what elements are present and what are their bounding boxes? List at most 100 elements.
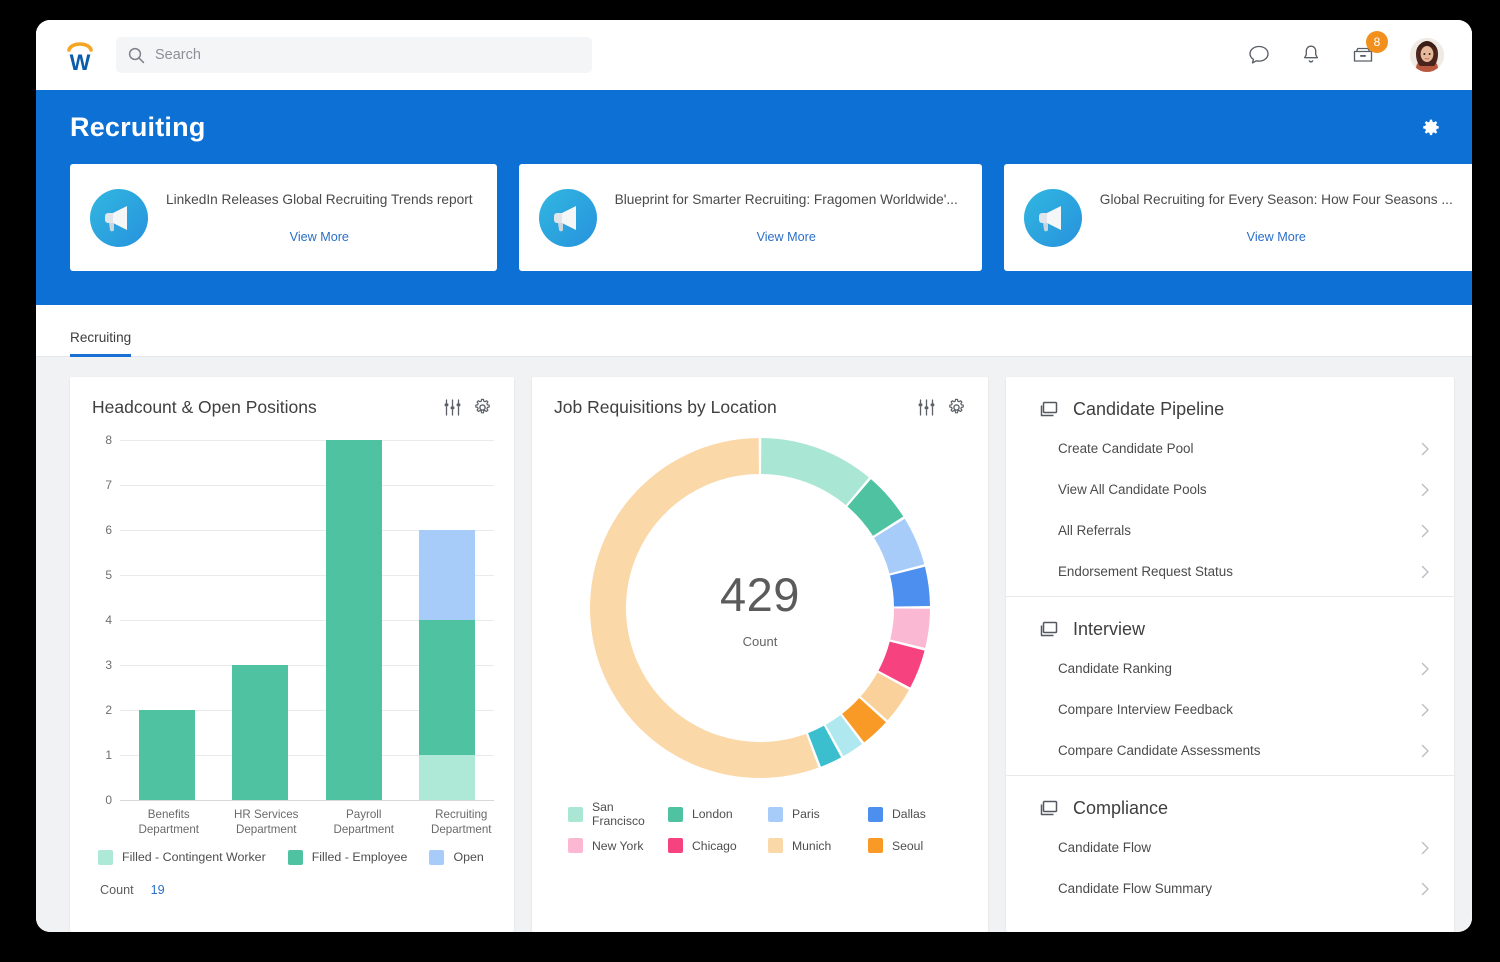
bar-segment[interactable]	[419, 620, 475, 755]
chevron-right-icon	[1420, 882, 1430, 896]
view-more-link[interactable]: View More	[166, 230, 473, 244]
x-axis-tick: HR ServicesDepartment	[218, 808, 316, 838]
link-row[interactable]: Candidate Flow Summary	[1006, 868, 1454, 909]
bar-segment[interactable]	[139, 710, 195, 800]
legend-item[interactable]: Dallas	[868, 800, 968, 828]
donut-center: 429 Count	[584, 432, 936, 784]
sliders-icon[interactable]	[917, 398, 936, 417]
link-label: View All Candidate Pools	[1058, 482, 1420, 497]
announcement-card[interactable]: Blueprint for Smarter Recruiting: Fragom…	[519, 164, 982, 271]
y-axis-tick: 2	[86, 703, 112, 717]
chevron-right-icon	[1420, 483, 1430, 497]
widget-title: Headcount & Open Positions	[92, 397, 443, 418]
bar-series	[120, 440, 494, 800]
workday-logo[interactable]: W	[58, 33, 102, 77]
count-value[interactable]: 19	[151, 883, 165, 897]
bar-column[interactable]	[214, 440, 308, 800]
bar-segment[interactable]	[232, 665, 288, 800]
windows-stack-icon	[1038, 399, 1059, 420]
donut-chart-legend: San Francisco London Paris Dallas New YorkCh…	[532, 784, 988, 853]
link-row[interactable]: Endorsement Request Status	[1006, 551, 1454, 592]
link-section-header: Interview	[1006, 597, 1454, 648]
legend-swatch	[288, 850, 303, 865]
gear-icon[interactable]	[473, 398, 492, 417]
legend-item[interactable]: Seoul	[868, 838, 968, 853]
link-label: Candidate Flow Summary	[1058, 881, 1420, 896]
page-banner: Recruiting	[36, 90, 1472, 305]
megaphone-icon	[90, 189, 148, 247]
link-section-title: Candidate Pipeline	[1073, 399, 1224, 420]
announcement-title: LinkedIn Releases Global Recruiting Tren…	[166, 191, 473, 209]
global-header: W	[36, 20, 1472, 90]
app-window: W	[36, 20, 1472, 932]
link-row[interactable]: Compare Interview Feedback	[1006, 689, 1454, 730]
bar-stack	[326, 440, 382, 800]
tab-recruiting[interactable]: Recruiting	[70, 330, 139, 356]
gear-icon[interactable]	[947, 398, 966, 417]
legend-item[interactable]: Paris	[768, 800, 868, 828]
bar-segment[interactable]	[326, 440, 382, 800]
link-section: Candidate Pipeline Create Candidate Pool V…	[1006, 377, 1454, 596]
chevron-right-icon	[1420, 442, 1430, 456]
bar-segment[interactable]	[419, 530, 475, 620]
link-row[interactable]: Compare Candidate Assessments	[1006, 730, 1454, 771]
bell-icon[interactable]	[1298, 42, 1324, 68]
search-icon	[128, 47, 145, 64]
announcement-card[interactable]: Global Recruiting for Every Season: How …	[1004, 164, 1472, 271]
widget-title: Job Requisitions by Location	[554, 397, 917, 418]
chart-footer: Count 19	[70, 865, 514, 897]
legend-item[interactable]: Filled - Contingent Worker	[98, 850, 266, 865]
announcement-card[interactable]: LinkedIn Releases Global Recruiting Tren…	[70, 164, 497, 271]
link-row[interactable]: Candidate Ranking	[1006, 648, 1454, 689]
view-more-link[interactable]: View More	[615, 230, 958, 244]
count-label: Count	[100, 883, 134, 897]
legend-item[interactable]: Chicago	[668, 838, 768, 853]
legend-label: Filled - Employee	[312, 850, 408, 864]
legend-item[interactable]: Open	[429, 850, 483, 865]
link-row[interactable]: Candidate Flow	[1006, 827, 1454, 868]
legend-swatch	[568, 838, 583, 853]
chevron-right-icon	[1420, 565, 1430, 579]
link-row[interactable]: View All Candidate Pools	[1006, 469, 1454, 510]
legend-label: Filled - Contingent Worker	[122, 850, 266, 864]
link-row[interactable]: All Referrals	[1006, 510, 1454, 551]
chevron-right-icon	[1420, 841, 1430, 855]
announcement-title: Blueprint for Smarter Recruiting: Fragom…	[615, 191, 958, 209]
chat-icon[interactable]	[1246, 42, 1272, 68]
windows-stack-icon	[1038, 798, 1059, 819]
link-label: Compare Interview Feedback	[1058, 702, 1420, 717]
legend-item[interactable]: New York	[568, 838, 668, 853]
link-section-title: Compliance	[1073, 798, 1168, 819]
y-axis-tick: 3	[86, 658, 112, 672]
y-axis-tick: 5	[86, 568, 112, 582]
bar-column[interactable]	[401, 440, 495, 800]
bar-segment[interactable]	[419, 755, 475, 800]
search-input[interactable]	[155, 47, 580, 63]
legend-swatch	[98, 850, 113, 865]
y-axis-tick: 8	[86, 433, 112, 447]
avatar[interactable]	[1410, 38, 1444, 72]
legend-label: London	[692, 807, 733, 821]
legend-label: Dallas	[892, 807, 926, 821]
legend-item[interactable]: San Francisco	[568, 800, 668, 828]
legend-label: Seoul	[892, 839, 923, 853]
widget-header-actions	[443, 398, 492, 417]
bar-column[interactable]	[120, 440, 214, 800]
search-bar[interactable]	[116, 37, 592, 73]
view-more-link[interactable]: View More	[1100, 230, 1453, 244]
x-axis-tick: BenefitsDepartment	[120, 808, 218, 838]
link-section: Compliance Candidate Flow Candidate Flow S…	[1006, 775, 1454, 913]
bar-column[interactable]	[307, 440, 401, 800]
banner-gear-icon[interactable]	[1420, 118, 1442, 140]
sliders-icon[interactable]	[443, 398, 462, 417]
gridline	[120, 800, 494, 801]
legend-item[interactable]: London	[668, 800, 768, 828]
link-row[interactable]: Create Candidate Pool	[1006, 428, 1454, 469]
y-axis-tick: 7	[86, 478, 112, 492]
legend-item[interactable]: Filled - Employee	[288, 850, 408, 865]
widget-header: Headcount & Open Positions	[70, 377, 514, 418]
legend-label: Open	[453, 850, 483, 864]
legend-item[interactable]: Munich	[768, 838, 868, 853]
inbox-icon[interactable]: 8	[1350, 42, 1376, 68]
bar-stack	[232, 665, 288, 800]
